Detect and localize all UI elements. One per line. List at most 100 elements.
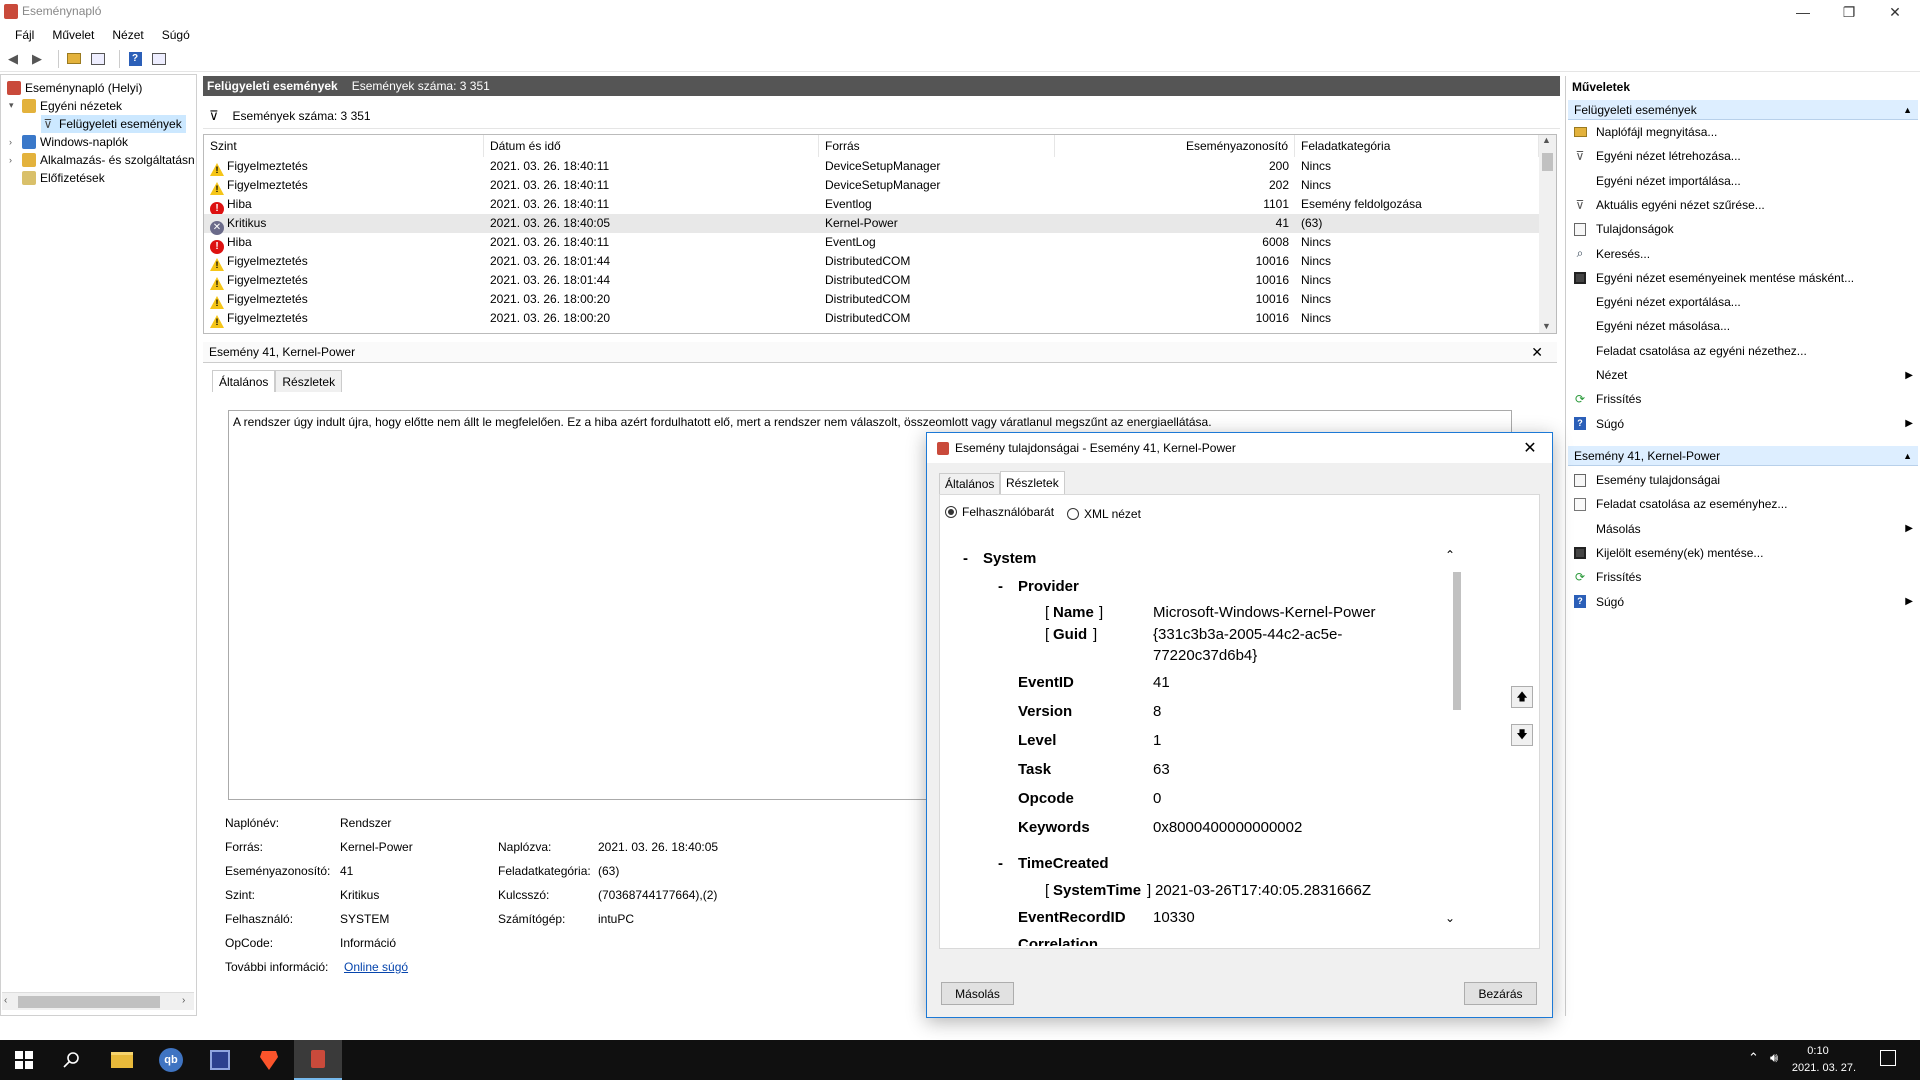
close-detail-icon[interactable]: ✕ [1531,344,1543,361]
previous-event-button[interactable]: 🡅 [1511,686,1533,708]
table-row[interactable]: ! Figyelmeztetés 2021. 03. 26. 18:40:11 Dev… [204,157,1539,176]
dialog-tab-details[interactable]: Részletek [1000,471,1065,494]
expand-icon[interactable]: › [9,155,19,165]
table-row[interactable]: ! Hiba 2021. 03. 26. 18:40:11 Eventlog 1101 E… [204,195,1539,216]
column-header-task-category[interactable]: Feladatkategória [1295,135,1539,157]
clock-time[interactable]: 0:10 [1782,1045,1854,1057]
action-item[interactable]: Tulajdonságok [1566,218,1920,240]
radio-friendly-view[interactable]: Felhasználóbarát [945,505,1054,519]
column-header-event-id[interactable]: Eseményazonosító [1055,135,1295,157]
action-item[interactable]: ⟳ Frissítés [1566,388,1920,410]
event-viewer-taskbar-icon[interactable] [294,1040,342,1080]
column-header-level[interactable]: Szint [204,135,484,157]
scroll-up-icon[interactable]: ▲ [1542,135,1551,145]
collapse-icon[interactable]: ▾ [9,100,19,111]
action-item[interactable]: Nézet ▶ [1566,364,1920,386]
tree-node-admin-events[interactable]: ⊽ Felügyeleti események [41,115,186,133]
scroll-up-icon[interactable]: ⌃ [1445,548,1455,562]
tab-details[interactable]: Részletek [275,370,343,392]
close-button[interactable]: ✕ [1872,0,1918,24]
search-icon[interactable] [48,1040,96,1080]
show-hide-tree-icon[interactable] [89,50,107,68]
tree-node-custom-views[interactable]: ▾ Egyéni nézetek [9,97,122,114]
scroll-down-icon[interactable]: ▼ [1542,321,1551,331]
radio-xml-view[interactable]: XML nézet [1067,507,1141,521]
column-header-source[interactable]: Forrás [819,135,1055,157]
clock-date[interactable]: 2021. 03. 27. [1784,1062,1864,1074]
timecreated-collapse-icon[interactable]: - [998,855,1003,872]
start-button[interactable] [0,1040,48,1080]
column-header-date[interactable]: Dátum és idő [484,135,819,157]
system-tree-scrollbar[interactable]: ⌃ ⌄ [1445,536,1463,946]
action-item[interactable]: Másolás ▶ [1566,518,1920,540]
scrollbar-thumb[interactable] [18,996,160,1008]
scroll-left-icon[interactable]: ‹ [4,995,7,1006]
scrollbar-thumb[interactable] [1453,572,1461,710]
expand-icon[interactable]: › [9,137,19,147]
action-item[interactable]: Egyéni nézet exportálása... [1566,291,1920,313]
show-hidden-icons-icon[interactable]: ⌃ [1748,1050,1759,1066]
action-item[interactable]: Naplófájl megnyitása... [1566,121,1920,143]
scrollbar-thumb[interactable] [1542,153,1553,171]
tree-horizontal-scrollbar[interactable]: ‹ › [2,992,194,1010]
table-row[interactable]: ! Figyelmeztetés 2021. 03. 26. 18:40:11 Dev… [204,176,1539,195]
action-item[interactable]: ⊽ Aktuális egyéni nézet szűrése... [1566,194,1920,216]
action-item[interactable]: Egyéni nézet eseményeinek mentése máskén… [1566,267,1920,289]
table-row[interactable]: ! Figyelmeztetés 2021. 03. 26. 18:00:20 Dis… [204,309,1539,328]
menu-view[interactable]: Nézet [112,28,143,42]
action-item[interactable]: ⊽ Egyéni nézet létrehozása... [1566,145,1920,167]
table-row[interactable]: ! Figyelmeztetés 2021. 03. 26. 18:01:44 Dis… [204,252,1539,271]
action-item[interactable]: ⟳ Frissítés [1566,566,1920,588]
back-icon[interactable]: ◀ [4,50,22,68]
menu-action[interactable]: Művelet [52,28,94,42]
action-item[interactable]: Kijelölt esemény(ek) mentése... [1566,542,1920,564]
show-hide-action-pane-icon[interactable] [150,50,168,68]
action-item[interactable]: Esemény tulajdonságai [1566,469,1920,491]
scroll-down-icon[interactable]: ⌄ [1445,911,1455,925]
maximize-button[interactable]: ❐ [1826,0,1872,24]
tree-node-windows-logs[interactable]: › Windows-naplók [9,133,128,150]
action-item[interactable]: Egyéni nézet másolása... [1566,315,1920,337]
menu-file[interactable]: Fájl [15,28,34,42]
close-dialog-button[interactable]: Bezárás [1464,982,1537,1005]
table-row[interactable]: ✕ Kritikus 2021. 03. 26. 18:40:05 Kernel-Po… [204,214,1539,235]
tab-general[interactable]: Általános [212,370,276,392]
online-help-link[interactable]: Online súgó [344,960,408,974]
qbittorrent-icon[interactable]: qb [147,1040,195,1080]
system-collapse-icon[interactable]: - [963,550,968,567]
action-item[interactable]: ⌕ Keresés... [1566,243,1920,265]
file-explorer-icon[interactable] [98,1040,146,1080]
collapse-section-icon[interactable]: ▲ [1903,105,1912,115]
label-more-info: További információ: [225,960,329,974]
actions-section-admin-events[interactable]: Felügyeleti események ▲ [1568,100,1918,120]
brave-browser-icon[interactable] [245,1040,293,1080]
table-row[interactable]: ! Hiba 2021. 03. 26. 18:40:11 EventLog 6008 N… [204,233,1539,254]
dialog-tab-general[interactable]: Általános [939,473,1001,494]
action-item[interactable]: ? Súgó ▶ [1566,591,1920,613]
collapse-section-icon[interactable]: ▲ [1903,451,1912,461]
forward-icon[interactable]: ▶ [28,50,46,68]
tree-node-root[interactable]: Eseménynapló (Helyi) [7,79,142,96]
save-app-icon[interactable] [196,1040,244,1080]
grid-vertical-scrollbar[interactable]: ▲ ▼ [1539,135,1556,333]
next-event-button[interactable]: 🡇 [1511,724,1533,746]
provider-collapse-icon[interactable]: - [998,578,1003,595]
notifications-icon[interactable] [1880,1050,1896,1066]
copy-button[interactable]: Másolás [941,982,1014,1005]
tree-node-app-logs[interactable]: › Alkalmazás- és szolgáltatásn [9,151,195,168]
menu-help[interactable]: Súgó [162,28,190,42]
table-row[interactable]: ! Figyelmeztetés 2021. 03. 26. 18:00:20 Dis… [204,290,1539,309]
action-item[interactable]: Feladat csatolása az eseményhez... [1566,493,1920,515]
table-row[interactable]: ! Figyelmeztetés 2021. 03. 26. 18:01:44 Dis… [204,271,1539,290]
action-item[interactable]: Feladat csatolása az egyéni nézethez... [1566,340,1920,362]
dialog-close-button[interactable]: ✕ [1508,433,1552,463]
help-icon[interactable]: ? [126,50,144,68]
up-folder-icon[interactable] [65,50,83,68]
action-item[interactable]: ? Súgó ▶ [1566,413,1920,435]
scroll-right-icon[interactable]: › [182,995,185,1006]
volume-icon[interactable]: 🔊︎ [1770,1050,1778,1066]
minimize-button[interactable]: — [1780,0,1826,24]
actions-section-event[interactable]: Esemény 41, Kernel-Power ▲ [1568,446,1918,466]
action-item[interactable]: Egyéni nézet importálása... [1566,170,1920,192]
tree-node-subscriptions[interactable]: Előfizetések [22,169,105,186]
